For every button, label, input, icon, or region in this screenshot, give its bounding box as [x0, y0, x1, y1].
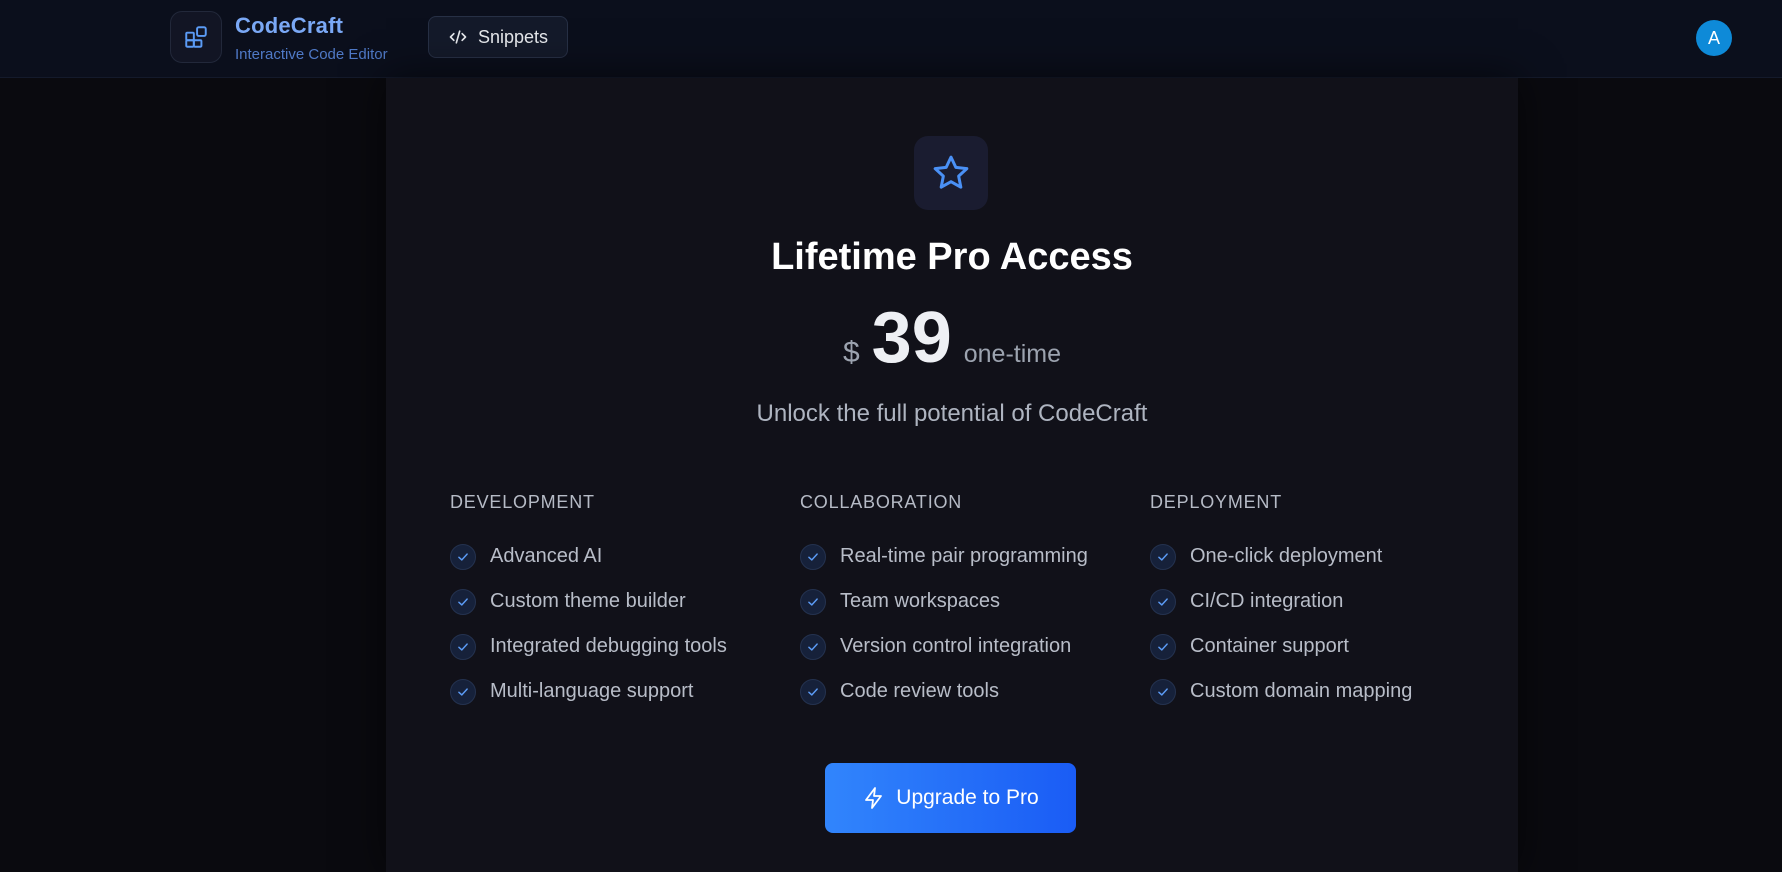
feature-label: Real-time pair programming: [840, 545, 1088, 567]
logo[interactable]: [170, 11, 222, 63]
upgrade-button[interactable]: Upgrade to Pro: [825, 763, 1076, 833]
code-icon: [449, 30, 467, 44]
brand-subtitle: Interactive Code Editor: [235, 46, 388, 63]
upgrade-label: Upgrade to Pro: [896, 786, 1039, 809]
star-icon: [933, 155, 969, 189]
feature-item: Multi-language support: [450, 669, 800, 714]
plan-title: Lifetime Pro Access: [771, 236, 1133, 278]
feature-label: Custom theme builder: [490, 590, 686, 612]
brand-name: CodeCraft: [235, 13, 344, 38]
feature-label: Integrated debugging tools: [490, 635, 727, 657]
check-icon: [800, 588, 826, 615]
feature-item: CI/CD integration: [1150, 579, 1500, 624]
price: $ 39 one-time: [386, 302, 1518, 374]
feature-item: One-click deployment: [1150, 534, 1500, 579]
feature-label: Advanced AI: [490, 545, 603, 567]
feature-item: Container support: [1150, 624, 1500, 669]
check-icon: [450, 633, 476, 660]
check-icon: [1150, 678, 1176, 705]
feature-label: Code review tools: [840, 680, 999, 702]
check-icon: [800, 633, 826, 660]
price-period: one-time: [963, 340, 1062, 368]
feature-item: Integrated debugging tools: [450, 624, 800, 669]
plan-tagline: Unlock the full potential of CodeCraft: [756, 400, 1148, 427]
blocks-icon: [185, 26, 207, 48]
feature-column-title: COLLABORATION: [800, 492, 963, 512]
price-currency: $: [842, 336, 860, 369]
check-icon: [1150, 633, 1176, 660]
feature-label: Multi-language support: [490, 680, 694, 702]
feature-column-title: DEVELOPMENT: [450, 492, 595, 512]
feature-label: One-click deployment: [1190, 545, 1383, 567]
feature-column-deployment: DEPLOYMENT One-click deployment CI/CD in…: [1150, 492, 1500, 714]
feature-item: Real-time pair programming: [800, 534, 1150, 579]
check-icon: [1150, 588, 1176, 615]
feature-item: Custom domain mapping: [1150, 669, 1500, 714]
check-icon: [450, 588, 476, 615]
feature-label: Custom domain mapping: [1190, 680, 1413, 702]
feature-column-development: DEVELOPMENT Advanced AI Custom theme bui…: [450, 492, 800, 714]
feature-item: Custom theme builder: [450, 579, 800, 624]
feature-column-title: DEPLOYMENT: [1150, 492, 1283, 512]
check-icon: [450, 543, 476, 570]
feature-label: CI/CD integration: [1190, 590, 1344, 612]
feature-item: Advanced AI: [450, 534, 800, 579]
check-icon: [450, 678, 476, 705]
feature-item: Code review tools: [800, 669, 1150, 714]
price-amount: 39: [871, 298, 952, 378]
pricing-card: Lifetime Pro Access $ 39 one-time Unlock…: [386, 78, 1518, 872]
top-navigation-bar: CodeCraft Interactive Code Editor Snippe…: [0, 0, 1782, 78]
feature-label: Container support: [1190, 635, 1349, 657]
check-icon: [800, 543, 826, 570]
feature-label: Version control integration: [840, 635, 1072, 657]
feature-item: Version control integration: [800, 624, 1150, 669]
snippets-label: Snippets: [477, 26, 549, 47]
avatar[interactable]: A: [1696, 20, 1732, 56]
snippets-button[interactable]: Snippets: [428, 16, 568, 58]
check-icon: [1150, 543, 1176, 570]
feature-columns: DEVELOPMENT Advanced AI Custom theme bui…: [450, 492, 1500, 714]
hero-icon-box: [914, 136, 988, 210]
zap-icon: [865, 787, 883, 809]
feature-label: Team workspaces: [840, 590, 1001, 612]
check-icon: [800, 678, 826, 705]
feature-column-collaboration: COLLABORATION Real-time pair programming…: [800, 492, 1150, 714]
feature-item: Team workspaces: [800, 579, 1150, 624]
